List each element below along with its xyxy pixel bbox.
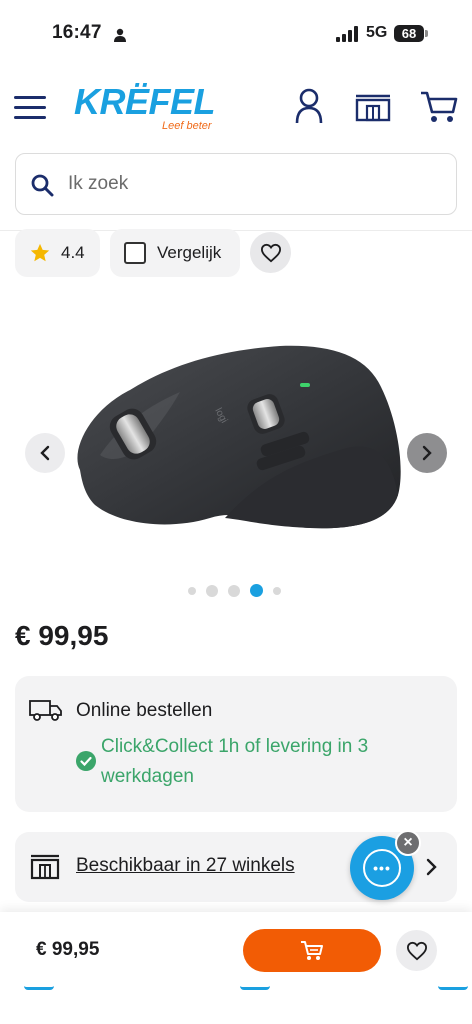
compare-checkbox[interactable] — [124, 242, 146, 264]
search-icon — [31, 174, 54, 197]
online-order-label: Online bestellen — [76, 700, 213, 721]
carousel-dot[interactable] — [206, 584, 218, 597]
carousel-prev-button[interactable] — [25, 433, 65, 473]
product-image[interactable]: logi — [60, 330, 412, 545]
favorite-button[interactable] — [250, 232, 291, 273]
add-to-cart-button[interactable] — [243, 929, 381, 972]
network-label: 5G — [366, 24, 388, 41]
sticky-price: € 99,95 — [36, 939, 100, 960]
carousel-dots — [188, 584, 291, 597]
compare-chip[interactable]: Vergelijk — [110, 229, 240, 277]
carousel-dot[interactable] — [273, 586, 281, 595]
chevron-right-icon — [422, 445, 432, 461]
content-peek — [0, 986, 472, 1024]
carousel-dot[interactable] — [228, 584, 240, 597]
cart-icon[interactable] — [420, 90, 458, 124]
menu-icon[interactable] — [14, 96, 46, 120]
status-time: 16:47 — [52, 22, 102, 43]
sticky-buy-bar: € 99,95 — [0, 912, 472, 988]
status-bar: 16:47 5G 68 — [0, 0, 472, 68]
heart-icon — [260, 243, 281, 262]
check-icon — [76, 751, 96, 771]
store-availability-link[interactable]: Beschikbaar in 27 winkels — [76, 855, 295, 877]
cart-icon — [301, 940, 323, 960]
store-icon[interactable] — [355, 94, 391, 122]
battery-tip — [425, 30, 428, 37]
signal-icon — [336, 26, 358, 42]
search-input[interactable] — [68, 154, 438, 214]
truck-icon — [29, 700, 62, 721]
krefel-logo[interactable]: KRËFEL Leef beter — [74, 84, 224, 136]
compare-label: Vergelijk — [157, 243, 222, 262]
store-icon — [30, 854, 60, 880]
heart-icon — [406, 941, 427, 960]
rating-chip[interactable]: 4.4 — [15, 229, 100, 277]
carousel-dot-active[interactable] — [250, 584, 263, 597]
carousel-next-button[interactable] — [407, 433, 447, 473]
battery-icon: 68 — [394, 25, 424, 42]
carousel-dot[interactable] — [188, 586, 196, 595]
rating-value: 4.4 — [61, 243, 85, 262]
chat-close-icon[interactable]: × — [395, 830, 421, 856]
product-price: € 99,95 — [15, 620, 109, 651]
sticky-favorite-button[interactable] — [396, 930, 437, 971]
logo-tagline: Leef beter — [162, 120, 212, 132]
star-icon — [30, 243, 50, 262]
chevron-right-icon — [426, 858, 437, 876]
site-header: KRËFEL Leef beter — [0, 72, 472, 146]
logo-text: KRËFEL — [74, 81, 216, 122]
delivery-card: Online bestellen Click&Collect 1h of lev… — [15, 676, 457, 812]
account-icon[interactable] — [294, 88, 324, 124]
person-icon — [114, 28, 126, 42]
search-bar[interactable] — [15, 153, 457, 215]
clickcollect-text: Click&Collect 1h of levering in 3 werkda… — [101, 736, 369, 787]
chevron-left-icon — [40, 445, 50, 461]
chat-bubble-icon: ••• — [363, 849, 401, 887]
